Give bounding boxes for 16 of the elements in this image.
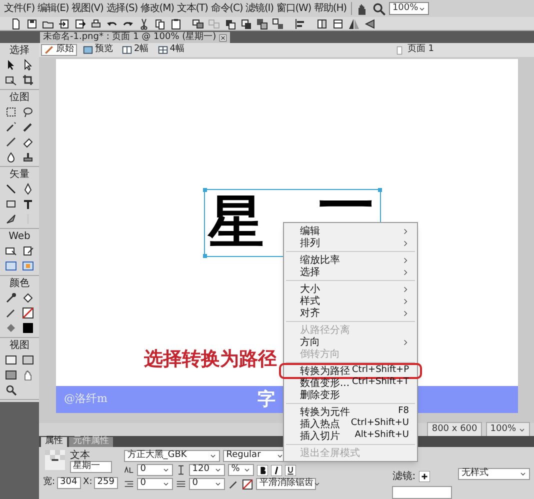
section-title: 视图 <box>10 340 30 352</box>
headline-text: 一 <box>318 179 374 235</box>
headline-text: 星 <box>208 195 264 251</box>
section-title: 选择 <box>10 45 30 57</box>
page-label: 页面 1 <box>407 43 434 56</box>
x-label: X: <box>83 476 92 489</box>
banner-text: @洛纤m <box>64 391 108 408</box>
section-title: 颜色 <box>10 278 30 290</box>
filters-label: 滤镜: <box>392 470 416 484</box>
object-type: 文本 <box>70 450 90 461</box>
section-title: Web <box>8 231 30 243</box>
width-label: 宽: <box>43 476 56 489</box>
banner-title: 字 <box>257 388 276 412</box>
section-title: 位图 <box>10 92 30 104</box>
annotation-text: 选择转换为路径 <box>144 347 277 372</box>
section-title: 矢量 <box>10 169 30 181</box>
